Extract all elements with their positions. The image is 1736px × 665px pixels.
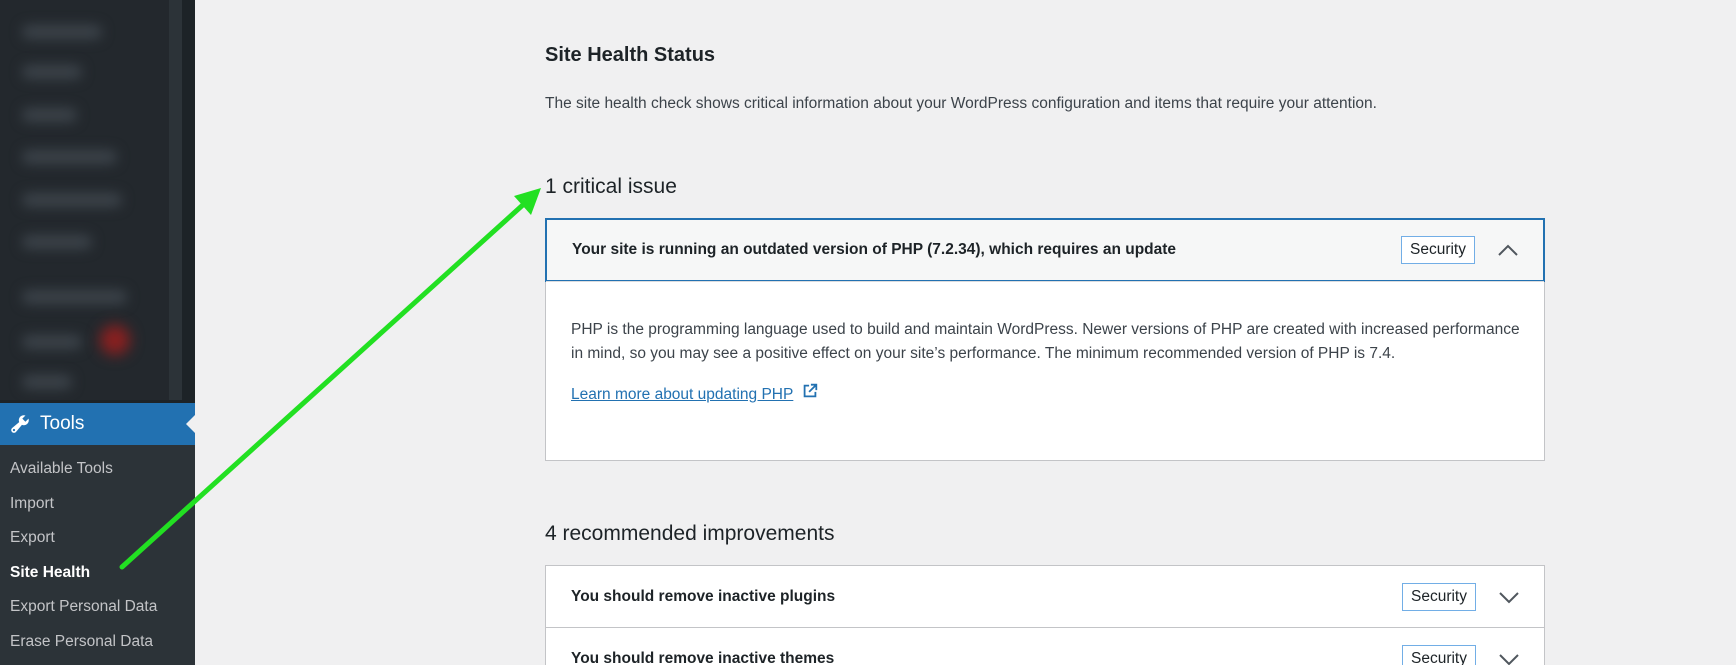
submenu-item-export[interactable]: Export [0, 521, 195, 556]
learn-more-label: Learn more about updating PHP [571, 386, 794, 403]
critical-issue-accordion: Your site is running an outdated version… [545, 218, 1545, 461]
issue-title: Your site is running an outdated version… [572, 241, 1177, 258]
chevron-down-icon[interactable] [1498, 648, 1520, 665]
security-badge: Security [1401, 236, 1475, 264]
tools-submenu: Available Tools Import Export Site Healt… [0, 445, 195, 665]
tools-menu-label: Tools [40, 413, 85, 434]
submenu-item-erase-personal-data[interactable]: Erase Personal Data [0, 625, 195, 660]
accordion-panel: PHP is the programming language used to … [546, 281, 1544, 440]
chevron-down-icon[interactable] [1498, 586, 1520, 608]
page-title: Site Health Status [545, 44, 716, 66]
issue-description: PHP is the programming language used to … [571, 321, 1520, 362]
chevron-up-icon[interactable] [1497, 239, 1519, 261]
sidebar-menu-tools[interactable]: Tools [0, 403, 195, 445]
submenu-item-import[interactable]: Import [0, 487, 195, 522]
blurred-menu-region [0, 0, 182, 400]
issue-title: You should remove inactive plugins [571, 588, 836, 605]
learn-more-php-link[interactable]: Learn more about updating PHP [571, 382, 819, 408]
wrench-icon [0, 403, 40, 445]
submenu-item-site-health[interactable]: Site Health [0, 556, 195, 591]
recommended-accordion-inactive-plugins: You should remove inactive plugins Secur… [545, 565, 1545, 628]
security-badge: Security [1402, 645, 1476, 665]
issue-title: You should remove inactive themes [571, 650, 835, 665]
accordion-toggle-php-version[interactable]: Your site is running an outdated version… [545, 218, 1545, 282]
external-link-icon [801, 382, 819, 408]
recommended-improvements-heading: 4 recommended improvements [545, 522, 835, 545]
admin-sidebar: Tools Available Tools Import Export Site… [0, 0, 195, 665]
submenu-item-available-tools[interactable]: Available Tools [0, 452, 195, 487]
accordion-toggle-inactive-plugins[interactable]: You should remove inactive plugins Secur… [546, 566, 1544, 628]
critical-issues-heading: 1 critical issue [545, 175, 677, 198]
current-menu-notch [186, 415, 195, 433]
security-badge: Security [1402, 583, 1476, 611]
page-description: The site health check shows critical inf… [545, 95, 1377, 112]
recommended-accordion-inactive-themes: You should remove inactive themes Securi… [545, 627, 1545, 665]
accordion-toggle-inactive-themes[interactable]: You should remove inactive themes Securi… [546, 628, 1544, 665]
submenu-item-export-personal-data[interactable]: Export Personal Data [0, 590, 195, 625]
